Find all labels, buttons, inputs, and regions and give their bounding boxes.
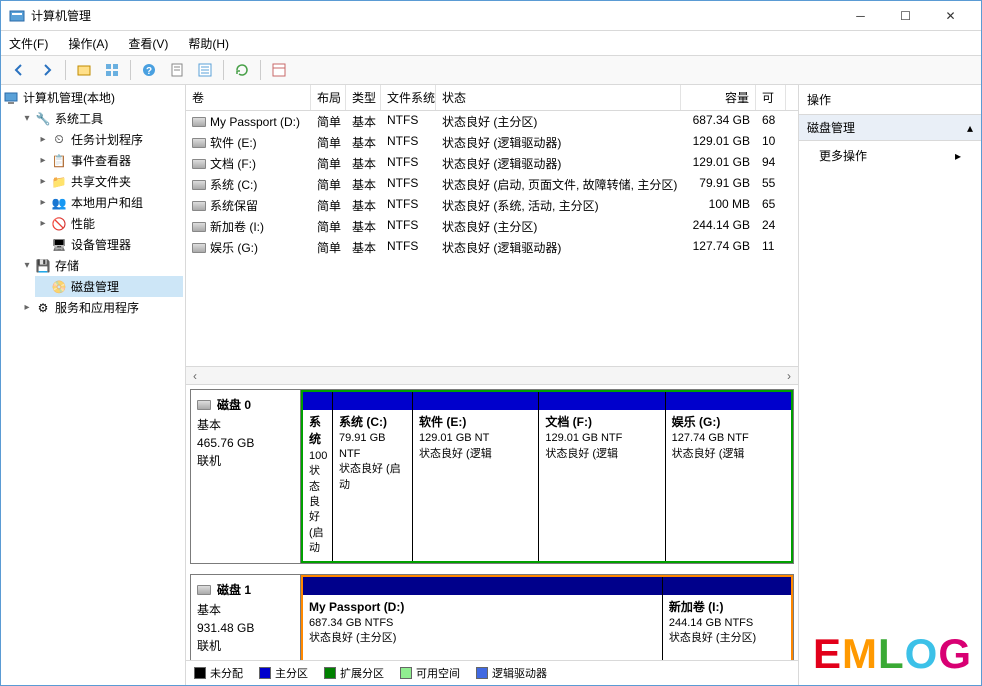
table-row[interactable]: 系统 (C:)简单基本NTFS状态良好 (启动, 页面文件, 故障转储, 主分区… [186, 174, 798, 195]
services-icon: ⚙ [35, 300, 51, 316]
partition[interactable]: 娱乐 (G:)127.74 GB NTF状态良好 (逻辑 [666, 392, 791, 561]
col-layout[interactable]: 布局 [311, 85, 346, 110]
main-layout: 计算机管理(本地) ▾🔧系统工具 ▸⏲任务计划程序 ▸📋事件查看器 ▸📁共享文件… [1, 85, 981, 685]
chevron-right-icon: ▸ [955, 149, 961, 163]
tree-systools[interactable]: ▾🔧系统工具 [19, 108, 183, 129]
table-row[interactable]: 系统保留简单基本NTFS状态良好 (系统, 活动, 主分区)100 MB65 [186, 195, 798, 216]
legend: 未分配 主分区 扩展分区 可用空间 逻辑驱动器 [186, 660, 798, 685]
partition[interactable]: My Passport (D:)687.34 GB NTFS状态良好 (主分区) [303, 577, 663, 660]
minimize-button[interactable]: ─ [838, 2, 883, 30]
disk0-partitions: 系统100状态良好 (启动系统 (C:)79.91 GB NTF状态良好 (启动… [301, 390, 793, 563]
help-button[interactable]: ? [137, 58, 161, 82]
action-more[interactable]: 更多操作▸ [799, 141, 981, 170]
menu-help[interactable]: 帮助(H) [184, 33, 233, 54]
event-icon: 📋 [51, 153, 67, 169]
actions-header: 操作 [799, 85, 981, 115]
disk1-info: 磁盘 1 基本 931.48 GB 联机 [191, 575, 301, 660]
collapse-icon: ▴ [967, 121, 973, 135]
up-button[interactable] [72, 58, 96, 82]
legend-logical-swatch [476, 667, 488, 679]
clock-icon: ⏲ [51, 132, 67, 148]
menubar: 文件(F) 操作(A) 查看(V) 帮助(H) [1, 31, 981, 55]
partition[interactable]: 文档 (F:)129.01 GB NTF状态良好 (逻辑 [539, 392, 665, 561]
users-icon: 👥 [51, 195, 67, 211]
tree-scheduler[interactable]: ▸⏲任务计划程序 [35, 129, 183, 150]
partition[interactable]: 系统100状态良好 (启动 [303, 392, 333, 561]
disk1-partitions: My Passport (D:)687.34 GB NTFS状态良好 (主分区)… [301, 575, 793, 660]
tree-diskmgmt[interactable]: 📀磁盘管理 [35, 276, 183, 297]
table-row[interactable]: 新加卷 (I:)简单基本NTFS状态良好 (主分区)244.14 GB24 [186, 216, 798, 237]
window-title: 计算机管理 [31, 7, 838, 24]
partition[interactable]: 系统 (C:)79.91 GB NTF状态良好 (启动 [333, 392, 413, 561]
menu-action[interactable]: 操作(A) [64, 33, 112, 54]
col-capacity[interactable]: 容量 [681, 85, 756, 110]
actions-section[interactable]: 磁盘管理▴ [799, 115, 981, 141]
volume-list-header: 卷 布局 类型 文件系统 状态 容量 可 [186, 85, 798, 111]
disk0-info: 磁盘 0 基本 465.76 GB 联机 [191, 390, 301, 563]
tree-perf[interactable]: ▸🚫性能 [35, 213, 183, 234]
window-buttons: ─ ☐ ✕ [838, 2, 973, 30]
watermark: EMLOG [813, 630, 972, 678]
tree-root[interactable]: 计算机管理(本地) [3, 87, 183, 108]
back-button[interactable] [7, 58, 31, 82]
tools-icon: 🔧 [35, 111, 51, 127]
device-icon: 🖥 [51, 237, 67, 253]
col-free[interactable]: 可 [756, 85, 786, 110]
hscrollbar[interactable]: ‹› [186, 366, 798, 384]
computer-icon [3, 90, 19, 106]
close-button[interactable]: ✕ [928, 2, 973, 30]
perf-icon: 🚫 [51, 216, 67, 232]
table-row[interactable]: 娱乐 (G:)简单基本NTFS状态良好 (逻辑驱动器)127.74 GB11 [186, 237, 798, 258]
view-button[interactable] [100, 58, 124, 82]
properties-button[interactable] [165, 58, 189, 82]
disk-graphic-pane: 磁盘 0 基本 465.76 GB 联机 系统100状态良好 (启动系统 (C:… [186, 385, 798, 660]
maximize-button[interactable]: ☐ [883, 2, 928, 30]
tree-eventvwr[interactable]: ▸📋事件查看器 [35, 150, 183, 171]
legend-extended-swatch [324, 667, 336, 679]
partition[interactable]: 新加卷 (I:)244.14 GB NTFS状态良好 (主分区) [663, 577, 791, 660]
tree-shared[interactable]: ▸📁共享文件夹 [35, 171, 183, 192]
tree-storage[interactable]: ▾💾存储 [19, 255, 183, 276]
app-icon [9, 8, 25, 24]
col-type[interactable]: 类型 [346, 85, 381, 110]
center-panel: 卷 布局 类型 文件系统 状态 容量 可 My Passport (D:)简单基… [186, 85, 799, 685]
settings-button[interactable] [267, 58, 291, 82]
col-status[interactable]: 状态 [436, 85, 681, 110]
volume-list-pane: 卷 布局 类型 文件系统 状态 容量 可 My Passport (D:)简单基… [186, 85, 798, 385]
svg-text:?: ? [146, 66, 152, 77]
disk-row-1[interactable]: 磁盘 1 基本 931.48 GB 联机 My Passport (D:)687… [190, 574, 794, 660]
menu-file[interactable]: 文件(F) [5, 33, 52, 54]
legend-free-swatch [400, 667, 412, 679]
partition[interactable]: 软件 (E:)129.01 GB NT状态良好 (逻辑 [413, 392, 539, 561]
disk-icon: 📀 [51, 279, 67, 295]
table-row[interactable]: 软件 (E:)简单基本NTFS状态良好 (逻辑驱动器)129.01 GB10 [186, 132, 798, 153]
col-filesystem[interactable]: 文件系统 [381, 85, 436, 110]
storage-icon: 💾 [35, 258, 51, 274]
refresh-button[interactable] [230, 58, 254, 82]
disk-row-0[interactable]: 磁盘 0 基本 465.76 GB 联机 系统100状态良好 (启动系统 (C:… [190, 389, 794, 564]
list-button[interactable] [193, 58, 217, 82]
tree-users[interactable]: ▸👥本地用户和组 [35, 192, 183, 213]
tree-devmgr[interactable]: 🖥设备管理器 [35, 234, 183, 255]
legend-primary-swatch [259, 667, 271, 679]
table-row[interactable]: 文档 (F:)简单基本NTFS状态良好 (逻辑驱动器)129.01 GB94 [186, 153, 798, 174]
table-row[interactable]: My Passport (D:)简单基本NTFS状态良好 (主分区)687.34… [186, 111, 798, 132]
forward-button[interactable] [35, 58, 59, 82]
legend-unalloc-swatch [194, 667, 206, 679]
sidebar-tree: 计算机管理(本地) ▾🔧系统工具 ▸⏲任务计划程序 ▸📋事件查看器 ▸📁共享文件… [1, 85, 186, 685]
titlebar: 计算机管理 ─ ☐ ✕ [1, 1, 981, 31]
disk-icon [197, 400, 211, 410]
folder-icon: 📁 [51, 174, 67, 190]
menu-view[interactable]: 查看(V) [124, 33, 172, 54]
disk-icon [197, 585, 211, 595]
toolbar: ? [1, 55, 981, 85]
col-volume[interactable]: 卷 [186, 85, 311, 110]
actions-pane: 操作 磁盘管理▴ 更多操作▸ [799, 85, 981, 685]
tree-services[interactable]: ▸⚙服务和应用程序 [19, 297, 183, 318]
volume-list-body: My Passport (D:)简单基本NTFS状态良好 (主分区)687.34… [186, 111, 798, 366]
